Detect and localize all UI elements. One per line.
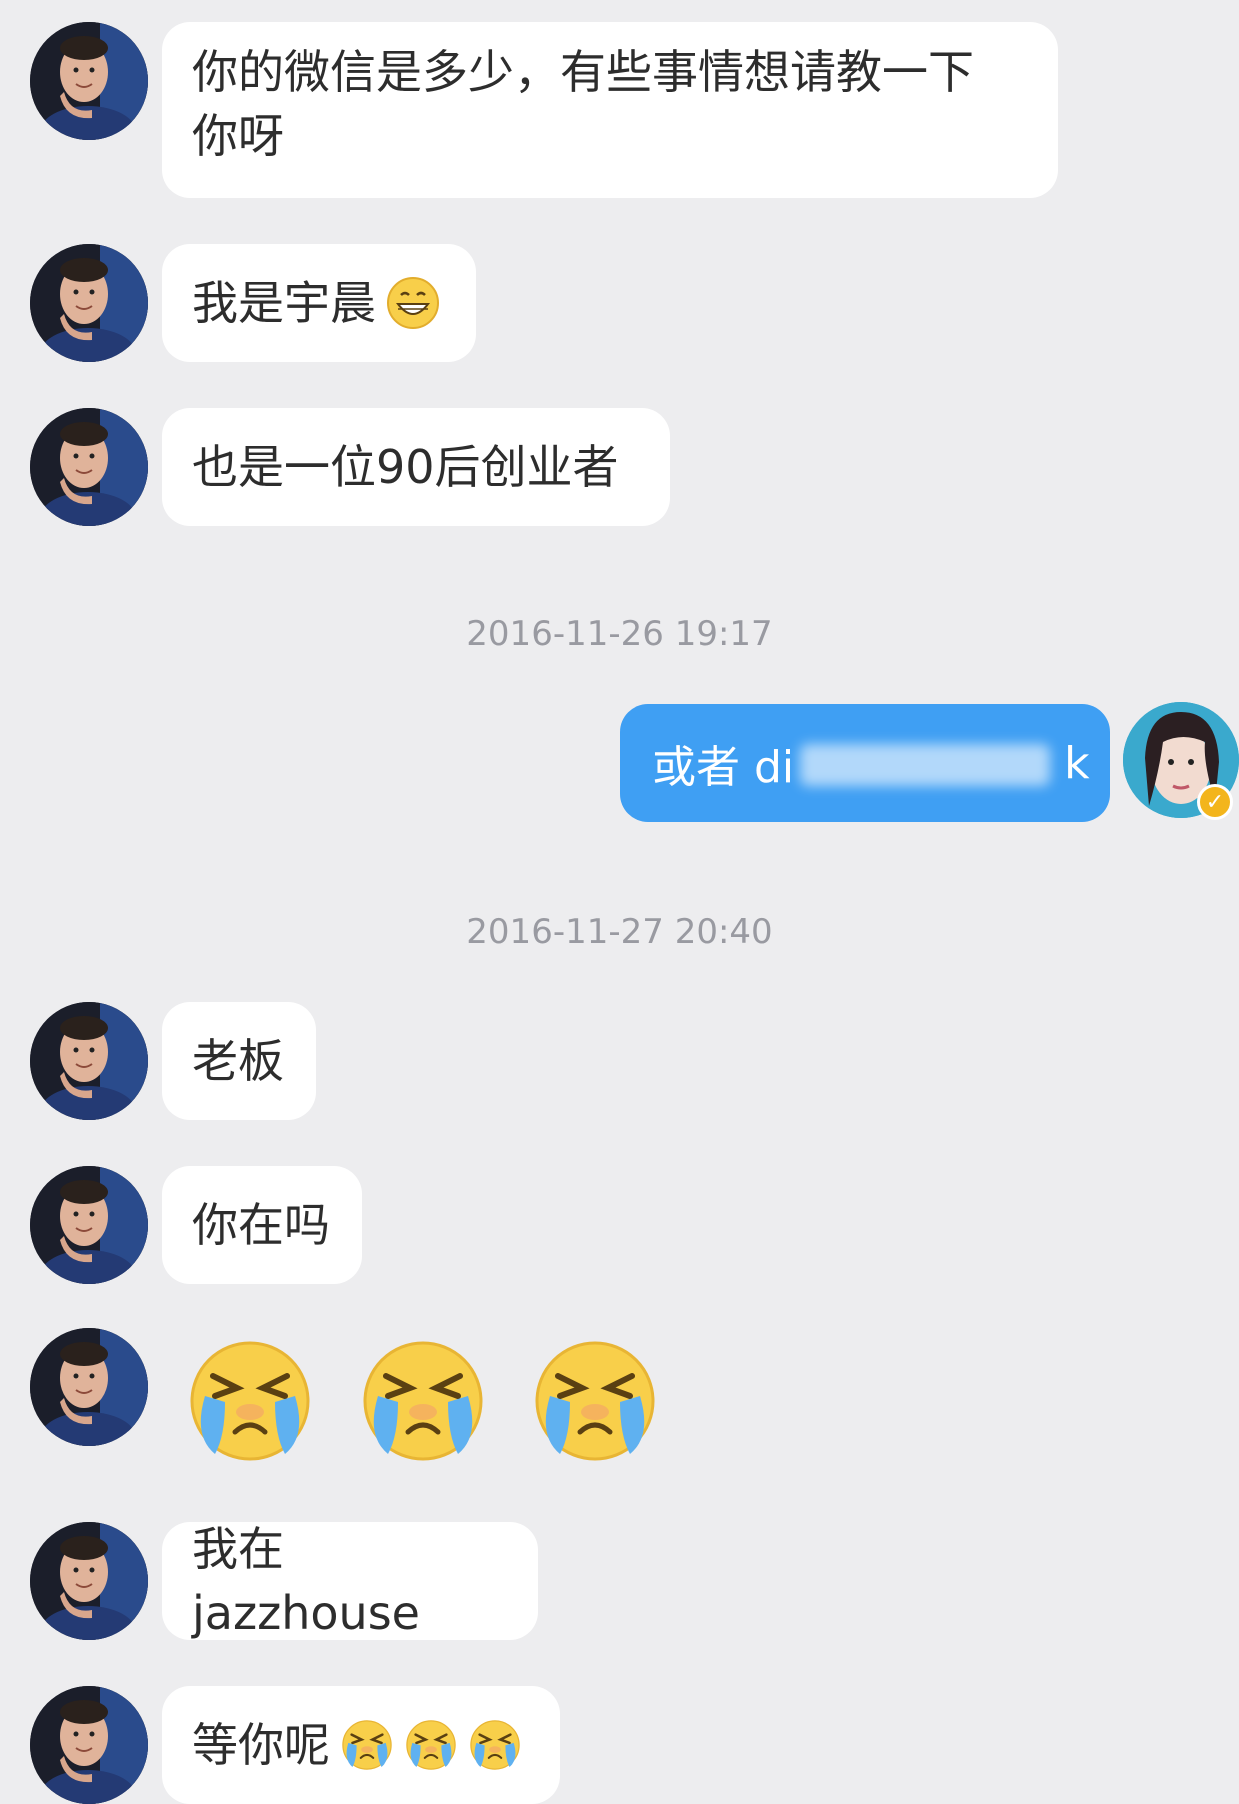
- avatar-image: [30, 244, 148, 362]
- message-text: 我在 jazzhouse: [192, 1522, 420, 1640]
- avatar-image: [30, 1328, 148, 1446]
- avatar-image: [30, 1166, 148, 1284]
- verified-badge-icon: ✓: [1197, 784, 1233, 820]
- message-bubble[interactable]: 你在吗: [162, 1166, 362, 1284]
- avatar-image: [30, 1522, 148, 1640]
- message-bubble[interactable]: 我是宇晨: [162, 244, 476, 362]
- contact-avatar[interactable]: [30, 1328, 148, 1446]
- contact-avatar[interactable]: [30, 22, 148, 140]
- avatar-image: [30, 22, 148, 140]
- crying-emoji-icon[interactable]: [358, 1336, 488, 1466]
- avatar-image: [30, 1686, 148, 1804]
- message-bubble[interactable]: 也是一位90后创业者: [162, 408, 670, 526]
- crying-emoji-icon[interactable]: [530, 1336, 660, 1466]
- message-text: 你的微信是多少，有些事情想请教一下: [192, 45, 974, 99]
- crying-emoji-icon: [469, 1719, 521, 1771]
- message-bubble[interactable]: 等你呢: [162, 1686, 560, 1804]
- contact-avatar[interactable]: [30, 1686, 148, 1804]
- contact-avatar[interactable]: [30, 1522, 148, 1640]
- message-bubble[interactable]: 我在 jazzhouse: [162, 1522, 538, 1640]
- message-text: 等你呢: [192, 1718, 330, 1772]
- avatar-image: [30, 1002, 148, 1120]
- message-bubble[interactable]: 老板: [162, 1002, 316, 1120]
- message-text-end: k: [1064, 737, 1090, 789]
- crying-emoji-icon: [405, 1719, 457, 1771]
- redaction-blur: [800, 744, 1050, 786]
- contact-avatar[interactable]: [30, 408, 148, 526]
- message-text: 也是一位90后创业者: [192, 440, 619, 494]
- avatar-image: [30, 408, 148, 526]
- timestamp: 2016-11-27 20:40: [466, 912, 773, 952]
- contact-avatar[interactable]: [30, 244, 148, 362]
- contact-avatar[interactable]: [30, 1002, 148, 1120]
- message-text: 老板: [192, 1034, 284, 1088]
- message-bubble[interactable]: 你的微信是多少，有些事情想请教一下 你呀: [162, 22, 1058, 198]
- crying-emoji-icon: [341, 1719, 393, 1771]
- message-text: 我是宇晨: [192, 276, 376, 330]
- contact-avatar[interactable]: [30, 1166, 148, 1284]
- grin-emoji-icon: [386, 276, 440, 330]
- message-text: 你在吗: [192, 1198, 330, 1252]
- outgoing-message-bubble[interactable]: 或者 di k: [620, 704, 1110, 822]
- timestamp: 2016-11-26 19:17: [466, 614, 773, 654]
- crying-emoji-icon[interactable]: [185, 1336, 315, 1466]
- message-text: 你呀: [192, 109, 284, 163]
- message-text: 或者 di: [652, 742, 795, 793]
